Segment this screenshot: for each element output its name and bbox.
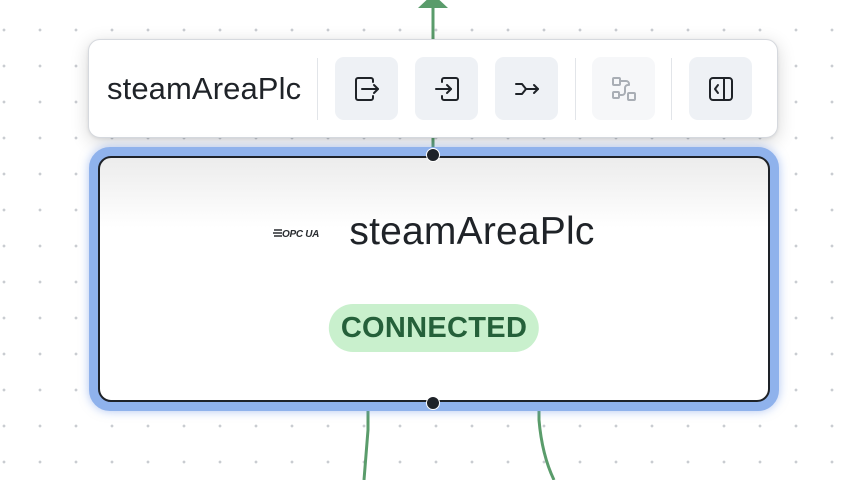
svg-text:OPC UA: OPC UA — [282, 229, 319, 240]
panel-toggle-button[interactable] — [689, 57, 753, 120]
sidebar-left-icon — [708, 76, 733, 101]
node-title: steamAreaPlc — [349, 210, 595, 253]
variable-link-button[interactable] — [592, 57, 656, 120]
plc-node-card[interactable]: OPC UA steamAreaPlc CONNECTED — [98, 156, 770, 402]
merge-arrow-icon — [514, 82, 539, 95]
plc-node[interactable]: OPC UA steamAreaPlc CONNECTED — [89, 147, 779, 411]
status-badge: CONNECTED — [328, 304, 540, 352]
input-port-button[interactable] — [415, 57, 479, 120]
node-header: OPC UA steamAreaPlc — [100, 210, 768, 254]
edge-outgoing-left[interactable] — [362, 400, 370, 480]
toolbar-divider — [575, 57, 577, 120]
arrow-right-into-box-icon — [434, 76, 459, 101]
output-port-button[interactable] — [335, 57, 399, 120]
route-button[interactable] — [495, 57, 559, 120]
toolbar-divider — [671, 57, 673, 120]
target-handle[interactable] — [426, 148, 440, 162]
source-handle[interactable] — [426, 396, 440, 410]
node-toolbar: steamAreaPlc — [88, 39, 778, 138]
toolbar-title: steamAreaPlc — [107, 70, 302, 106]
arrow-right-from-box-icon — [354, 76, 379, 101]
opc-ua-logo: OPC UA — [273, 229, 320, 240]
edge-incoming-arrowhead — [418, 0, 448, 8]
toolbar-divider — [317, 57, 319, 120]
edge-outgoing-right[interactable] — [537, 400, 556, 480]
route-squares-icon — [611, 76, 636, 101]
